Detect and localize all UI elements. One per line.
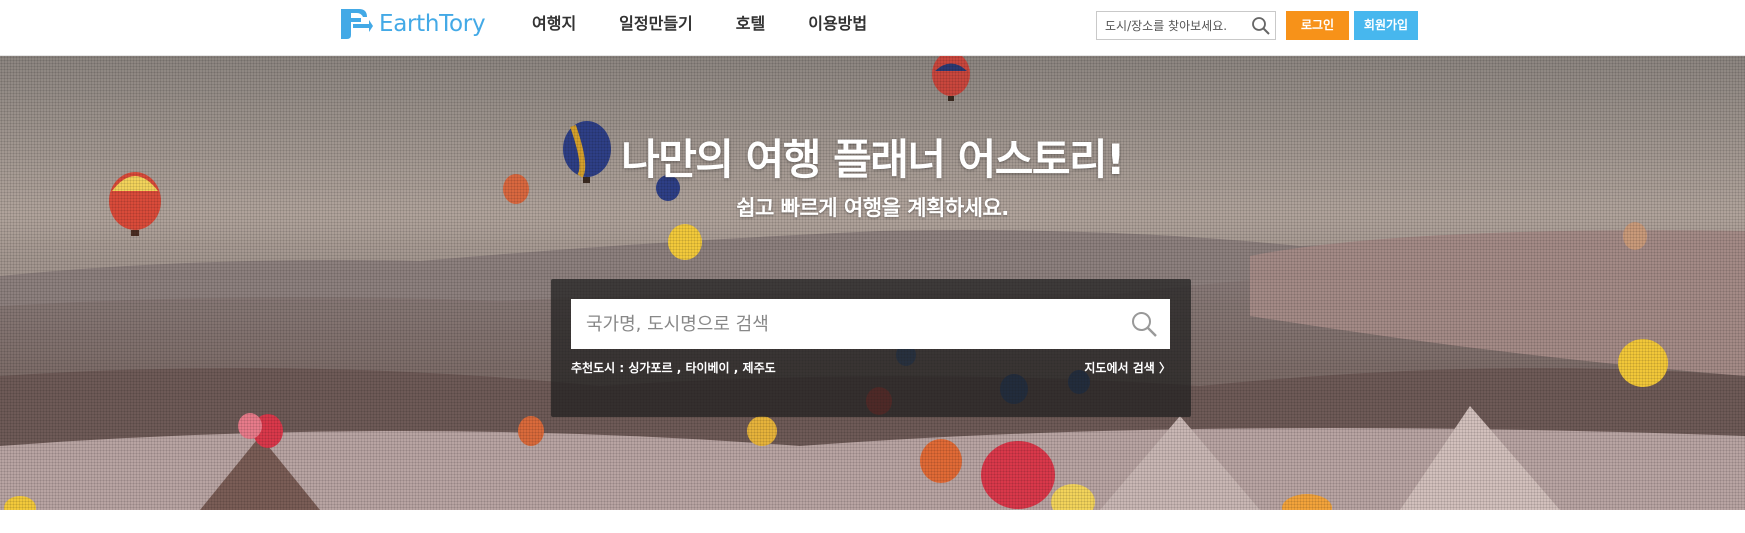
logo-text: EarthTory: [379, 11, 486, 37]
top-header: EarthTory 여행지 일정만들기 호텔 이용방법 로그인 회원가입: [0, 0, 1745, 56]
recommend-city-singapore[interactable]: 싱가포르: [628, 361, 672, 375]
destination-search-box: [571, 299, 1170, 349]
recommended-cities: 추천도시 : 싱가포르 , 타이베이 , 제주도: [571, 359, 776, 376]
recommend-city-taipei[interactable]: 타이베이: [685, 361, 729, 375]
search-icon[interactable]: [1130, 310, 1158, 338]
nav-destinations[interactable]: 여행지: [532, 12, 576, 36]
earthtory-logo[interactable]: EarthTory: [337, 5, 486, 43]
hero-title: 나만의 여행 플래너 어스토리!: [621, 135, 1125, 184]
header-search-input[interactable]: [1097, 12, 1249, 39]
recommend-city-jeju[interactable]: 제주도: [743, 361, 776, 375]
header-search-box: [1096, 11, 1276, 40]
signup-button[interactable]: 회원가입: [1354, 11, 1418, 40]
hero-subtitle: 쉽고 빠르게 여행을 계획하세요.: [736, 196, 1009, 220]
search-icon[interactable]: [1251, 16, 1271, 36]
city-separator: ,: [676, 361, 682, 375]
hero-banner: 나만의 여행 플래너 어스토리! 쉽고 빠르게 여행을 계획하세요. 추천도시 …: [0, 56, 1745, 510]
nav-how-to-use[interactable]: 이용방법: [808, 12, 867, 36]
map-search-link[interactable]: 지도에서 검색 〉: [1084, 359, 1171, 376]
city-separator: ,: [733, 361, 739, 375]
nav-itinerary[interactable]: 일정만들기: [619, 12, 693, 36]
destination-search-input[interactable]: [571, 299, 1111, 349]
login-button[interactable]: 로그인: [1286, 11, 1349, 40]
recommend-label: 추천도시 :: [571, 361, 625, 375]
nav-hotel[interactable]: 호텔: [736, 12, 765, 36]
main-nav: 여행지 일정만들기 호텔 이용방법: [532, 12, 867, 36]
destination-search-panel: 추천도시 : 싱가포르 , 타이베이 , 제주도 지도에서 검색 〉: [551, 279, 1191, 417]
logo-icon: [341, 9, 373, 39]
